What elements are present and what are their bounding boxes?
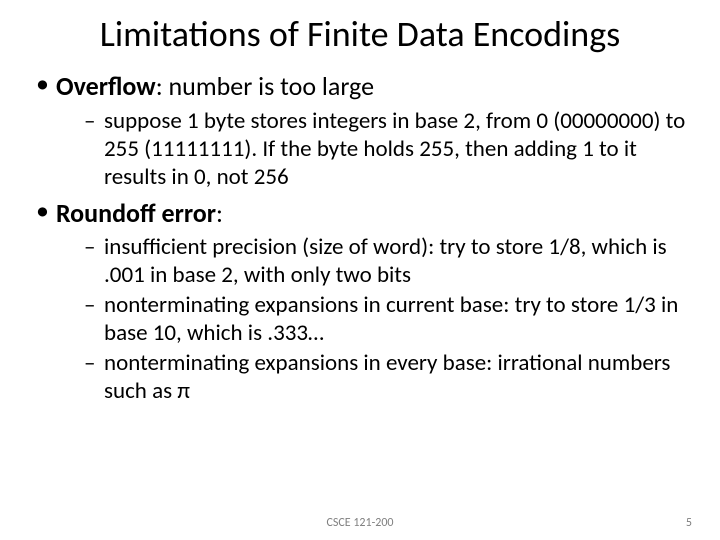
bullet-after: : number is too large: [156, 70, 374, 102]
sub-item: suppose 1 byte stores integers in base 2…: [84, 107, 692, 191]
bullet-overflow: Overflow: number is too large suppose 1 …: [36, 70, 692, 191]
bullet-roundoff: Roundoff error: insufficient precision (…: [36, 197, 692, 406]
sub-item: insufficient precision (size of word): t…: [84, 233, 692, 289]
bullet-label: Overflow: [56, 70, 156, 102]
sub-item: nonterminating expansions in current bas…: [84, 291, 692, 347]
slide: Limitations of Finite Data Encodings Ove…: [0, 0, 720, 540]
sub-item: nonterminating expansions in every base:…: [84, 349, 692, 405]
slide-title: Limitations of Finite Data Encodings: [28, 12, 692, 56]
page-number: 5: [686, 516, 692, 530]
footer-course: CSCE 121-200: [0, 516, 720, 530]
sub-list: suppose 1 byte stores integers in base 2…: [56, 107, 692, 191]
bullet-label: Roundoff error: [56, 197, 216, 229]
bullet-line: Roundoff error:: [56, 197, 692, 230]
bullet-after: :: [216, 197, 223, 229]
sub-list: insufficient precision (size of word): t…: [56, 233, 692, 405]
bullet-line: Overflow: number is too large: [56, 70, 692, 103]
bullet-list: Overflow: number is too large suppose 1 …: [28, 70, 692, 405]
